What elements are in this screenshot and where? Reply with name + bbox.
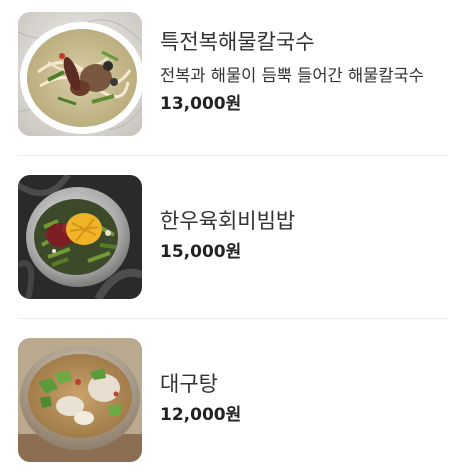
divider bbox=[18, 318, 448, 319]
menu-item-cod-soup[interactable]: 대구탕 12,000원 bbox=[0, 338, 466, 462]
menu-item-name: 한우육회비빔밥 bbox=[160, 209, 296, 233]
abalone-seafood-noodle-soup-photo[interactable] bbox=[18, 12, 142, 136]
menu-item-price: 13,000원 bbox=[160, 94, 242, 114]
menu-item-abalone-noodle[interactable]: 특전복해물칼국수 전복과 해물이 듬뿍 들어간 해물칼국수 13,000원 bbox=[0, 12, 466, 136]
menu-item-price: 15,000원 bbox=[160, 242, 242, 262]
beef-tartare-bibimbap-photo[interactable] bbox=[18, 175, 142, 299]
menu-item-name: 대구탕 bbox=[160, 372, 218, 396]
menu-list: 특전복해물칼국수 전복과 해물이 듬뿍 들어간 해물칼국수 13,000원 한우… bbox=[0, 0, 466, 474]
menu-item-description: 전복과 해물이 듬뿍 들어간 해물칼국수 bbox=[160, 66, 424, 85]
menu-item-beef-bibimbap[interactable]: 한우육회비빔밥 15,000원 bbox=[0, 175, 466, 299]
cod-soup-photo[interactable] bbox=[18, 338, 142, 462]
menu-item-name: 특전복해물칼국수 bbox=[160, 30, 315, 54]
divider bbox=[18, 155, 448, 156]
menu-item-price: 12,000원 bbox=[160, 405, 242, 425]
